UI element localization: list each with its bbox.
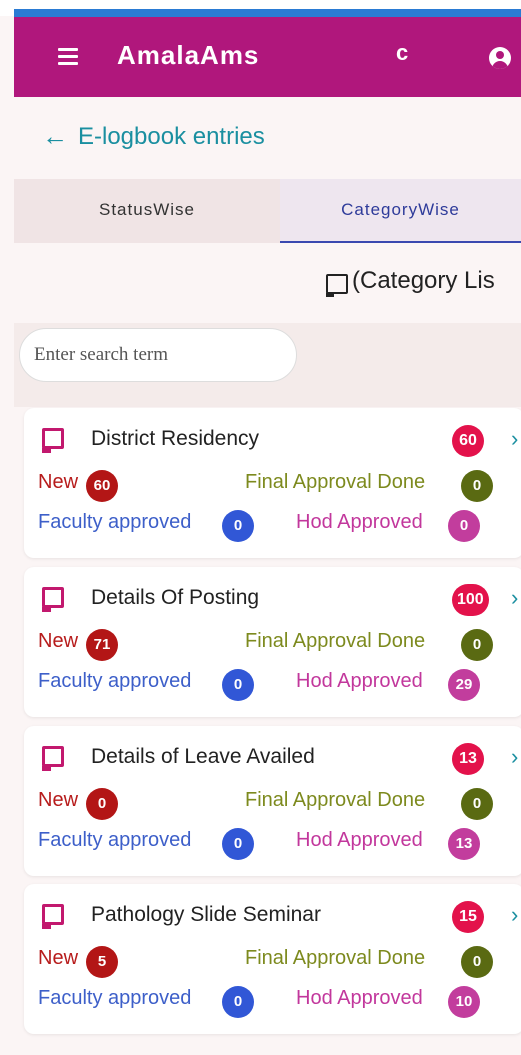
final-approval-label: Final Approval Done (245, 789, 426, 811)
category-card[interactable]: Pathology Slide Seminar 15 › New 5 Final… (24, 884, 521, 1034)
final-approval-count-badge: 0 (461, 946, 493, 978)
final-approval-label: Final Approval Done (245, 947, 426, 969)
chevron-right-icon[interactable]: › (511, 744, 518, 770)
faculty-approved-count-badge: 0 (222, 669, 254, 701)
menu-icon[interactable] (58, 48, 78, 66)
final-approval-label: Final Approval Done (245, 471, 426, 493)
new-label: New (38, 471, 79, 493)
book-icon (42, 428, 64, 453)
faculty-approved-label: Faculty approved (38, 511, 192, 533)
category-card[interactable]: Details of Leave Availed 13 › New 0 Fina… (24, 726, 521, 876)
new-count-badge: 60 (86, 470, 118, 502)
tab-categorywise[interactable]: CategoryWise (280, 179, 521, 243)
category-card[interactable]: District Residency 60 › New 60 Final App… (24, 408, 521, 558)
hod-approved-count-badge: 0 (448, 510, 480, 542)
faculty-approved-label: Faculty approved (38, 987, 192, 1009)
hod-approved-count-badge: 13 (448, 828, 480, 860)
total-count-badge: 13 (452, 743, 484, 775)
tab-statuswise[interactable]: StatusWise (14, 179, 280, 243)
search-input[interactable] (19, 328, 297, 382)
new-label: New (38, 630, 79, 652)
search-bar (14, 323, 521, 407)
page-title: E-logbook entries (78, 123, 265, 150)
hod-approved-count-badge: 29 (448, 669, 480, 701)
section-heading: (Category Lis (14, 243, 521, 323)
book-icon (326, 274, 348, 297)
total-count-badge: 60 (452, 425, 484, 457)
faculty-approved-count-badge: 0 (222, 510, 254, 542)
faculty-approved-label: Faculty approved (38, 829, 192, 851)
book-icon (42, 904, 64, 929)
hod-approved-label: Hod Approved (296, 987, 423, 1009)
chevron-right-icon[interactable]: › (511, 902, 518, 928)
back-arrow-icon[interactable]: ← (42, 121, 68, 152)
status-strip (0, 0, 521, 17)
final-approval-label: Final Approval Done (245, 630, 426, 652)
total-count-badge: 15 (452, 901, 484, 933)
faculty-approved-label: Faculty approved (38, 670, 192, 692)
total-count-badge: 100 (452, 584, 489, 616)
final-approval-count-badge: 0 (461, 629, 493, 661)
chevron-right-icon[interactable]: › (511, 585, 518, 611)
category-card[interactable]: Details Of Posting 100 › New 71 Final Ap… (24, 567, 521, 717)
category-title: Details of Leave Availed (91, 745, 315, 768)
book-icon (42, 746, 64, 771)
new-label: New (38, 947, 79, 969)
top-accent-bar (14, 9, 521, 17)
final-approval-count-badge: 0 (461, 788, 493, 820)
category-title: Pathology Slide Seminar (91, 903, 321, 926)
faculty-approved-count-badge: 0 (222, 828, 254, 860)
hod-approved-count-badge: 10 (448, 986, 480, 1018)
final-approval-count-badge: 0 (461, 470, 493, 502)
new-label: New (38, 789, 79, 811)
tab-bar: StatusWise CategoryWise (14, 179, 521, 243)
faculty-approved-count-badge: 0 (222, 986, 254, 1018)
hod-approved-label: Hod Approved (296, 511, 423, 533)
page-header: ← E-logbook entries (14, 97, 521, 179)
category-title: District Residency (91, 427, 260, 450)
new-count-badge: 71 (86, 629, 118, 661)
hod-approved-label: Hod Approved (296, 670, 423, 692)
user-icon[interactable] (489, 47, 511, 69)
new-count-badge: 5 (86, 946, 118, 978)
new-count-badge: 0 (86, 788, 118, 820)
book-icon (42, 587, 64, 612)
app-title: AmalaAms (117, 40, 260, 70)
chevron-right-icon[interactable]: › (511, 426, 518, 452)
category-title: Details Of Posting (91, 586, 260, 609)
refresh-icon[interactable]: c (396, 40, 408, 66)
app-bar: AmalaAms c (14, 17, 521, 97)
hod-approved-label: Hod Approved (296, 829, 423, 851)
section-title: (Category Lis (352, 267, 495, 294)
